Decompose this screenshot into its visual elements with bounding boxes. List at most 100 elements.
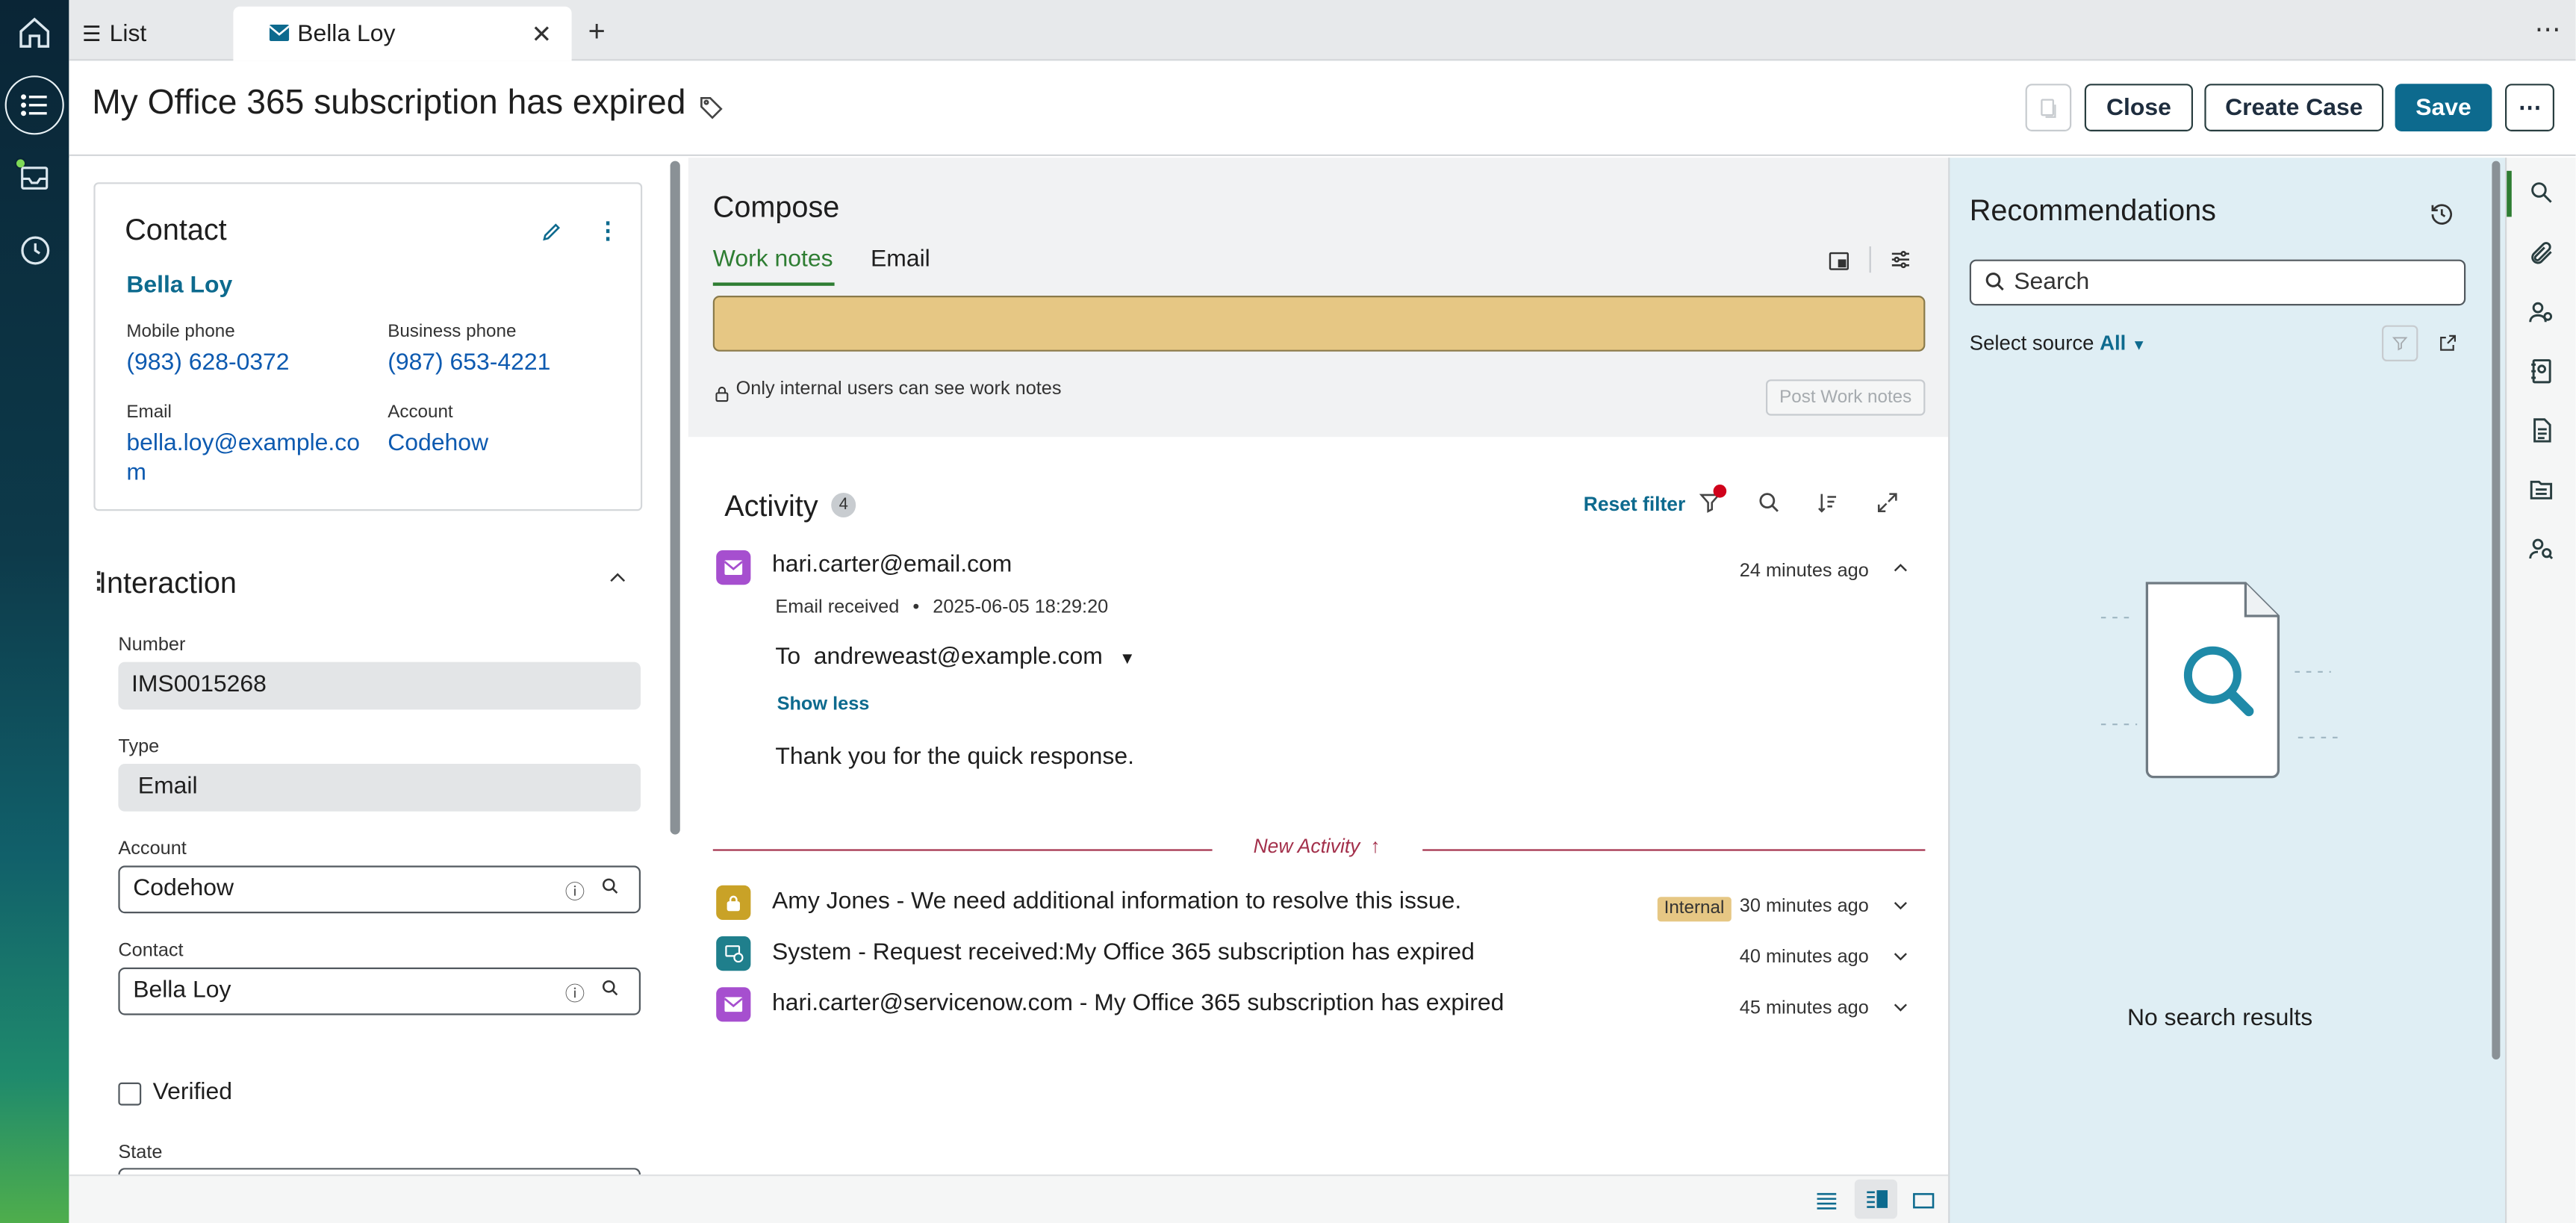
list-icon: ☰ xyxy=(82,20,102,46)
contact-heading: Contact xyxy=(125,214,227,246)
contact-field-label: Contact xyxy=(118,941,184,961)
select-source-value[interactable]: All xyxy=(2100,332,2126,355)
record-header: My Office 365 subscription has expired C… xyxy=(69,60,2576,156)
show-less-link[interactable]: Show less xyxy=(777,695,870,715)
recommendations-panel: Recommendations Search Select source All… xyxy=(1948,158,2505,1223)
single-column-layout-icon[interactable] xyxy=(1815,1189,1838,1219)
recommendations-heading: Recommendations xyxy=(1969,193,2216,227)
tab-work-notes[interactable]: Work notes xyxy=(713,246,833,273)
business-phone-link[interactable]: (987) 653-4221 xyxy=(388,348,550,378)
new-activity-label[interactable]: New Activity ↑ xyxy=(1254,835,1381,858)
email-link[interactable]: bella.loy@example.co xyxy=(126,429,360,458)
open-external-icon[interactable] xyxy=(2438,332,2457,361)
no-results-message: No search results xyxy=(2127,1005,2313,1032)
tab-list[interactable]: ☰ List xyxy=(82,7,230,61)
search-icon xyxy=(1985,271,2006,299)
sort-icon[interactable] xyxy=(1815,491,1840,523)
interaction-heading: Interaction xyxy=(99,567,237,600)
filter-icon[interactable] xyxy=(1699,485,1727,523)
history-icon[interactable] xyxy=(2430,202,2454,235)
work-notes-textarea[interactable] xyxy=(712,296,1926,352)
copy-record-button[interactable] xyxy=(2025,84,2072,131)
activity-entry-title[interactable]: System - Request received:My Office 365 … xyxy=(772,939,1475,965)
post-work-notes-button[interactable]: Post Work notes xyxy=(1766,379,1926,416)
chevron-down-icon[interactable] xyxy=(1891,946,1910,971)
internal-badge: Internal xyxy=(1657,897,1732,922)
lock-icon xyxy=(715,381,729,411)
work-notes-visibility-note: Only internal users can see work notes xyxy=(735,379,1062,399)
activity-entry-title[interactable]: hari.carter@servicenow.com - My Office 3… xyxy=(772,991,1504,1017)
settings-sliders-icon[interactable] xyxy=(1889,248,1912,279)
to-label: To xyxy=(775,644,801,670)
tab-active-label: Bella Loy xyxy=(297,20,396,47)
add-tab-icon[interactable]: + xyxy=(588,15,606,49)
save-button[interactable]: Save xyxy=(2395,84,2492,131)
collapse-chevron-icon[interactable] xyxy=(606,567,629,598)
contact-search-icon[interactable] xyxy=(2528,535,2554,570)
history-clock-icon[interactable] xyxy=(5,220,64,279)
home-icon[interactable] xyxy=(5,3,64,62)
account-link[interactable]: Codehow xyxy=(388,429,488,458)
activity-entry-title[interactable]: Amy Jones - We need additional informati… xyxy=(772,889,1461,915)
two-column-layout-icon[interactable] xyxy=(1854,1179,1897,1219)
document-icon[interactable] xyxy=(2528,417,2554,452)
activity-heading: Activity xyxy=(724,489,818,523)
entry-sender: hari.carter@email.com xyxy=(772,552,1012,579)
contact-name-link[interactable]: Bella Loy xyxy=(126,273,232,299)
recommendations-search-input[interactable]: Search xyxy=(1969,259,2466,306)
tab-list-label: List xyxy=(109,20,147,47)
email-link-wrap[interactable]: m xyxy=(126,458,146,488)
chevron-down-icon[interactable] xyxy=(1891,997,1910,1021)
contacts-icon[interactable] xyxy=(2528,299,2554,333)
mobile-phone-link[interactable]: (983) 628-0372 xyxy=(126,348,289,378)
search-icon[interactable] xyxy=(1758,491,1781,523)
dropdown-caret-icon[interactable]: ▼ xyxy=(2132,337,2147,353)
state-label: State xyxy=(118,1143,163,1163)
reset-filter-link[interactable]: Reset filter xyxy=(1584,493,1685,516)
info-icon[interactable]: ⓘ xyxy=(565,979,585,1006)
verified-checkbox[interactable] xyxy=(118,1082,142,1106)
attachment-icon[interactable] xyxy=(2528,240,2554,274)
header-more-button[interactable]: ⋯ xyxy=(2505,84,2554,131)
close-button[interactable]: Close xyxy=(2084,84,2193,131)
email-entry-avatar xyxy=(716,987,751,1022)
tag-icon[interactable] xyxy=(698,93,724,128)
activity-count-badge: 4 xyxy=(831,493,856,517)
chevron-up-icon[interactable] xyxy=(1891,558,1910,583)
more-options-icon[interactable]: ⋯ xyxy=(2535,13,2563,46)
contextual-sidebar xyxy=(2505,158,2576,1223)
account-input[interactable]: Codehow ⓘ xyxy=(118,865,641,914)
activity-entry-time: 30 minutes ago xyxy=(1739,897,1869,917)
expand-icon[interactable] xyxy=(1876,491,1899,523)
lookup-search-icon[interactable] xyxy=(601,979,619,1002)
email-entry-avatar xyxy=(716,550,751,585)
compose-heading: Compose xyxy=(712,190,840,224)
select-source-row[interactable]: Select source All ▼ xyxy=(1970,332,2147,355)
contact-more-icon[interactable]: ⋮ xyxy=(597,217,620,244)
left-panel-scrollbar[interactable] xyxy=(670,161,680,835)
address-book-icon[interactable] xyxy=(2528,358,2554,393)
recipients-dropdown-icon[interactable]: ▼ xyxy=(1119,650,1136,668)
close-tab-icon[interactable]: ✕ xyxy=(532,19,553,49)
contact-input[interactable]: Bella Loy ⓘ xyxy=(118,967,641,1015)
chevron-down-icon[interactable] xyxy=(1891,895,1910,920)
info-icon[interactable]: ⓘ xyxy=(565,877,585,905)
inbox-icon[interactable] xyxy=(5,148,64,207)
entry-meta-type: Email received xyxy=(775,597,900,618)
email-label: Email xyxy=(126,402,172,423)
recommendations-scrollbar[interactable] xyxy=(2492,161,2501,1060)
popout-icon[interactable] xyxy=(1829,249,1850,279)
lookup-search-icon[interactable] xyxy=(601,877,619,900)
account-label: Account xyxy=(388,402,453,423)
folder-list-icon[interactable] xyxy=(2528,476,2554,511)
filter-icon[interactable] xyxy=(2382,325,2418,361)
list-menu-icon[interactable] xyxy=(4,75,64,135)
tab-email[interactable]: Email xyxy=(871,246,930,273)
page-title: My Office 365 subscription has expired xyxy=(92,84,686,122)
edit-pencil-icon[interactable] xyxy=(541,220,564,252)
tab-bella-loy[interactable]: Bella Loy ✕ xyxy=(233,6,572,61)
number-field: IMS0015268 xyxy=(118,662,641,710)
agent-assist-icon[interactable] xyxy=(2528,179,2554,214)
create-case-button[interactable]: Create Case xyxy=(2204,84,2384,131)
full-width-layout-icon[interactable] xyxy=(1912,1189,1935,1219)
